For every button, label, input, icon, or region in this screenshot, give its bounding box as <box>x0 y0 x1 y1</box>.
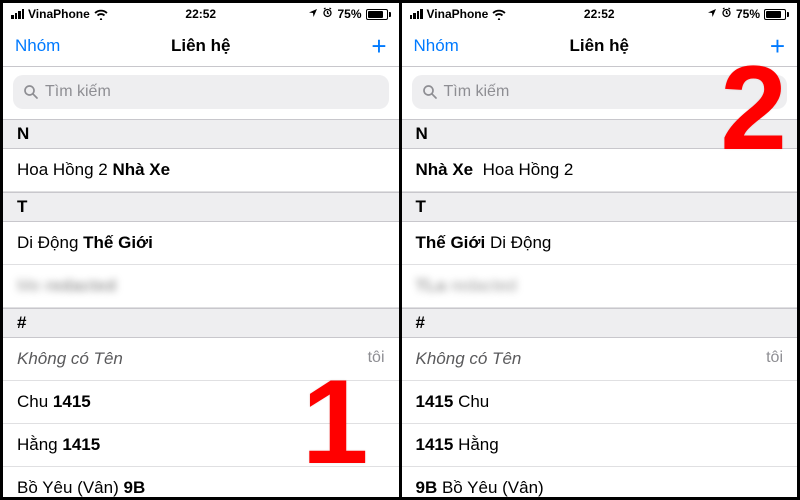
contact-row[interactable]: 1415 Chu <box>402 381 798 424</box>
me-tag: tôi <box>766 349 783 367</box>
search-placeholder: Tìm kiếm <box>45 83 111 101</box>
contact-row[interactable]: Me redacted <box>3 265 399 308</box>
contact-row[interactable]: Nhà Xe Hoa Hồng 2 <box>402 149 798 192</box>
search-input[interactable]: Tìm kiếm <box>412 75 788 109</box>
battery-pct: 75% <box>337 7 361 21</box>
contact-row[interactable]: Hằng 1415 <box>3 424 399 467</box>
location-icon <box>308 7 318 21</box>
groups-button[interactable]: Nhóm <box>414 36 484 56</box>
section-header: T <box>402 192 798 222</box>
search-icon <box>422 84 438 100</box>
contact-row[interactable]: Thế Giới Di Động <box>402 222 798 265</box>
phone-left: VinaPhone 22:52 75% Nhóm Liên hệ + Tìm k… <box>3 3 399 497</box>
battery-icon <box>764 9 789 20</box>
me-tag: tôi <box>368 349 385 367</box>
contact-row-me[interactable]: Không có Têntôi <box>402 338 798 381</box>
carrier-label: VinaPhone <box>427 7 489 21</box>
signal-icon <box>11 9 24 19</box>
contact-row[interactable]: 1415 Hằng <box>402 424 798 467</box>
contact-row[interactable]: Di Động Thế Giới <box>3 222 399 265</box>
comparison-frame: VinaPhone 22:52 75% Nhóm Liên hệ + Tìm k… <box>0 0 800 500</box>
groups-button[interactable]: Nhóm <box>15 36 85 56</box>
search-wrap: Tìm kiếm <box>402 67 798 119</box>
phone-right: VinaPhone 22:52 75% Nhóm Liên hệ + Tìm k… <box>399 3 798 497</box>
contact-row-me[interactable]: Không có Têntôi <box>3 338 399 381</box>
status-bar: VinaPhone 22:52 75% <box>402 3 798 25</box>
battery-pct: 75% <box>736 7 760 21</box>
alarm-icon <box>322 7 333 21</box>
section-header: N <box>3 119 399 149</box>
signal-icon <box>410 9 423 19</box>
section-header: N <box>402 119 798 149</box>
search-icon <box>23 84 39 100</box>
contact-row[interactable]: Chu 1415 <box>3 381 399 424</box>
contact-row[interactable]: Hoa Hồng 2 Nhà Xe <box>3 149 399 192</box>
contact-row[interactable]: Bồ Yêu (Vân) 9B <box>3 467 399 497</box>
contact-row[interactable]: 9B Bồ Yêu (Vân) <box>402 467 798 497</box>
search-wrap: Tìm kiếm <box>3 67 399 119</box>
carrier-label: VinaPhone <box>28 7 90 21</box>
search-input[interactable]: Tìm kiếm <box>13 75 389 109</box>
section-header: # <box>402 308 798 338</box>
nav-bar: Nhóm Liên hệ + <box>402 25 798 67</box>
wifi-icon <box>94 9 108 19</box>
battery-icon <box>366 9 391 20</box>
add-contact-button[interactable]: + <box>715 33 785 59</box>
contacts-list[interactable]: N Nhà Xe Hoa Hồng 2 T Thế Giới Di Động T… <box>402 119 798 497</box>
clock-label: 22:52 <box>185 7 216 21</box>
status-bar: VinaPhone 22:52 75% <box>3 3 399 25</box>
section-header: T <box>3 192 399 222</box>
add-contact-button[interactable]: + <box>317 33 387 59</box>
page-title: Liên hệ <box>85 36 317 56</box>
clock-label: 22:52 <box>584 7 615 21</box>
location-icon <box>707 7 717 21</box>
contacts-list[interactable]: N Hoa Hồng 2 Nhà Xe T Di Động Thế Giới M… <box>3 119 399 497</box>
nav-bar: Nhóm Liên hệ + <box>3 25 399 67</box>
wifi-icon <box>492 9 506 19</box>
alarm-icon <box>721 7 732 21</box>
section-header: # <box>3 308 399 338</box>
contact-row[interactable]: TLa redacted <box>402 265 798 308</box>
page-title: Liên hệ <box>484 36 716 56</box>
search-placeholder: Tìm kiếm <box>444 83 510 101</box>
